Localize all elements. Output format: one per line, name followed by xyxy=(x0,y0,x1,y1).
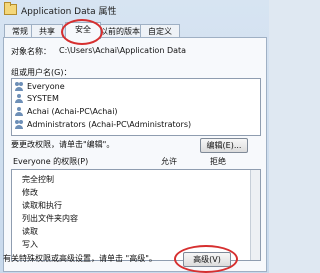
permission-row: 完全控制 xyxy=(22,175,54,184)
tab-previous-versions[interactable]: 以前的版本 xyxy=(95,24,145,38)
title-bar[interactable]: Application Data 属性 xyxy=(0,0,269,21)
permissions-list[interactable]: 完全控制 修改 读取和执行 列出文件夹内容 读取 写入 xyxy=(11,169,261,261)
permission-row: 修改 xyxy=(22,188,38,197)
user-row-everyone[interactable]: Everyone xyxy=(15,82,65,94)
user-row-achai[interactable]: Achai (Achai-PC\Achai) xyxy=(15,107,118,119)
edit-button[interactable]: 编辑(E)... xyxy=(200,138,248,153)
permission-row: 读取 xyxy=(22,227,38,236)
permission-row: 写入 xyxy=(22,240,38,249)
user-row-label: Everyone xyxy=(27,82,65,91)
user-row-system[interactable]: SYSTEM xyxy=(15,94,59,106)
permissions-header: Everyone 的权限(P) 允许 拒绝 xyxy=(11,156,259,168)
object-name-label: 对象名称： xyxy=(11,47,51,56)
special-permissions-hint: 有关特殊权限或高级设置，请单击 "高级"。 xyxy=(3,254,157,263)
user-group-icon xyxy=(15,120,24,129)
permission-row: 列出文件夹内容 xyxy=(22,214,78,223)
change-permissions-hint: 要更改权限，请单击"编辑"。 xyxy=(11,140,115,149)
tab-security[interactable]: 安全 xyxy=(65,22,101,39)
user-row-label: SYSTEM xyxy=(27,94,59,103)
group-users-list[interactable]: Everyone SYSTEM Achai (Achai-PC\Achai) A… xyxy=(11,78,261,136)
tab-customize[interactable]: 自定义 xyxy=(140,24,180,38)
user-group-icon xyxy=(15,82,24,91)
permission-row: 读取和执行 xyxy=(22,201,62,210)
allow-column-header: 允许 xyxy=(161,157,177,166)
window-title: Application Data 属性 xyxy=(21,7,117,17)
advanced-button[interactable]: 高级(V) xyxy=(183,252,231,267)
user-icon xyxy=(15,94,24,103)
user-row-label: Administrators (Achai-PC\Administrators) xyxy=(27,120,192,129)
properties-window: Application Data 属性 常规 共享 安全 以前的版本 自定义 对… xyxy=(0,0,269,273)
deny-column-header: 拒绝 xyxy=(210,157,226,166)
user-icon xyxy=(15,107,24,116)
folder-icon xyxy=(4,2,17,15)
user-row-label: Achai (Achai-PC\Achai) xyxy=(27,107,118,116)
tab-sharing[interactable]: 共享 xyxy=(31,24,63,38)
user-row-administrators[interactable]: Administrators (Achai-PC\Administrators) xyxy=(15,120,191,132)
object-name-value: C:\Users\Achai\Application Data xyxy=(59,46,187,55)
permissions-scrollbar[interactable] xyxy=(250,170,260,260)
permissions-for-label: Everyone 的权限(P) xyxy=(13,157,89,166)
security-panel: 对象名称： C:\Users\Achai\Application Data 组或… xyxy=(3,37,267,272)
group-users-label: 组或用户名(G)： xyxy=(11,68,72,77)
